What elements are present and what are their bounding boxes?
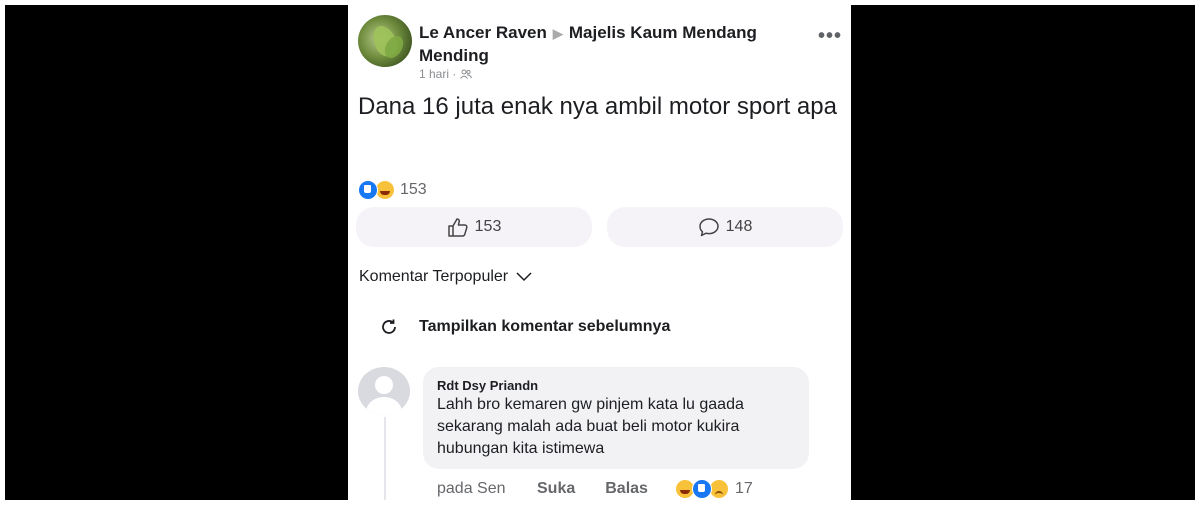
chevron-down-icon (516, 272, 532, 282)
comment-reactions[interactable]: 17 (674, 479, 753, 499)
comment-icon (698, 218, 719, 237)
post-meta: 1 hari · (419, 67, 472, 81)
comment-author[interactable]: Rdt Dsy Priandn (437, 378, 538, 393)
comment-button[interactable]: 148 (607, 207, 843, 247)
more-icon[interactable]: ••• (818, 25, 842, 48)
shared-to-arrow-icon: ▶ (552, 26, 563, 41)
comment-sort-dropdown[interactable]: Komentar Terpopuler (359, 268, 532, 286)
avatar-head-shape (375, 376, 393, 394)
commenter-avatar[interactable] (358, 367, 410, 415)
like-icon (358, 180, 378, 200)
comment-bubble: Rdt Dsy Priandn Lahh bro kemaren gw pinj… (423, 367, 809, 469)
comment-actions: pada Sen Suka Balas 17 (437, 479, 753, 499)
facebook-post: Le Ancer Raven ▶ Majelis Kaum Mendang Mend… (348, 5, 851, 500)
like-button[interactable]: 153 (356, 207, 592, 247)
show-previous-comments[interactable]: Tampilkan komentar sebelumnya (380, 318, 670, 336)
thread-line (384, 417, 386, 500)
reaction-count: 153 (400, 181, 427, 198)
sad-icon (708, 479, 729, 499)
post-header: Le Ancer Raven ▶ Majelis Kaum Mendang Mend… (419, 22, 779, 67)
comment-like-button[interactable]: Suka (537, 480, 575, 498)
group-avatar[interactable] (358, 15, 412, 67)
post-body-text: Dana 16 juta enak nya ambil motor sport … (358, 93, 837, 120)
like-icon (691, 479, 712, 499)
comment-reply-button[interactable]: Balas (605, 480, 648, 498)
comment-reaction-count: 17 (734, 480, 753, 497)
separator-dot: · (452, 67, 460, 81)
thumbs-up-icon (447, 218, 468, 237)
comment-time[interactable]: pada Sen (437, 480, 537, 498)
comment-count: 148 (725, 218, 753, 235)
comment-text: Lahh bro kemaren gw pinjem kata lu gaada… (437, 396, 744, 457)
sort-label: Komentar Terpopuler (359, 268, 509, 285)
group-icon (459, 69, 472, 79)
reaction-summary[interactable]: 153 (358, 180, 427, 200)
haha-icon (375, 180, 395, 200)
post-time[interactable]: 1 hari (419, 67, 449, 81)
refresh-icon (382, 319, 396, 334)
avatar-body-shape (366, 397, 402, 415)
like-count: 153 (474, 218, 502, 235)
post-author-name[interactable]: Le Ancer Raven (419, 23, 547, 42)
show-previous-label: Tampilkan komentar sebelumnya (419, 318, 671, 335)
